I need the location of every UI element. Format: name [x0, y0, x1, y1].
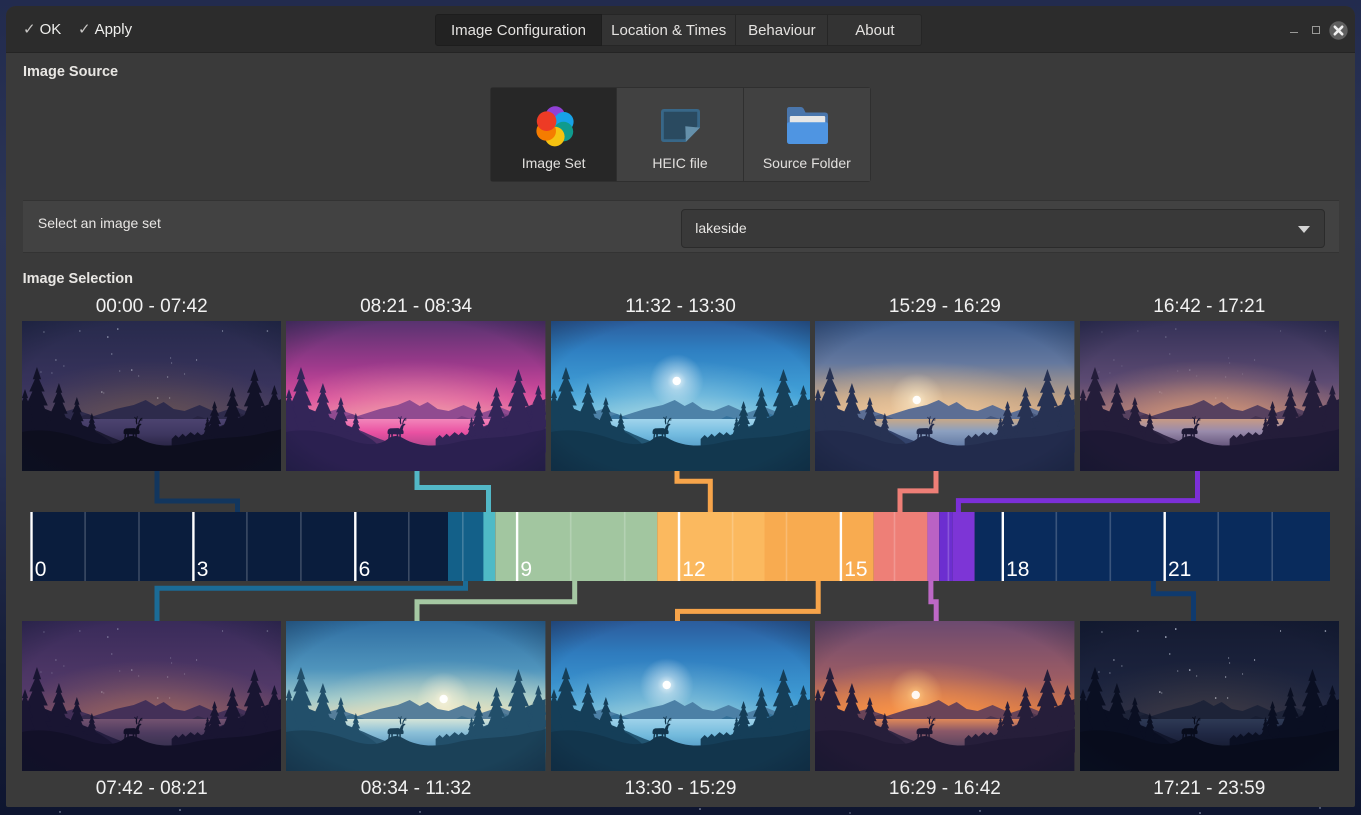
svg-text:21: 21 — [1168, 558, 1191, 581]
svg-text:3: 3 — [197, 558, 209, 581]
svg-text:0: 0 — [35, 558, 47, 581]
svg-text:9: 9 — [520, 558, 532, 581]
svg-text:18: 18 — [1006, 558, 1029, 581]
svg-text:15: 15 — [844, 558, 867, 581]
svg-text:6: 6 — [359, 558, 371, 581]
svg-text:12: 12 — [682, 558, 705, 581]
